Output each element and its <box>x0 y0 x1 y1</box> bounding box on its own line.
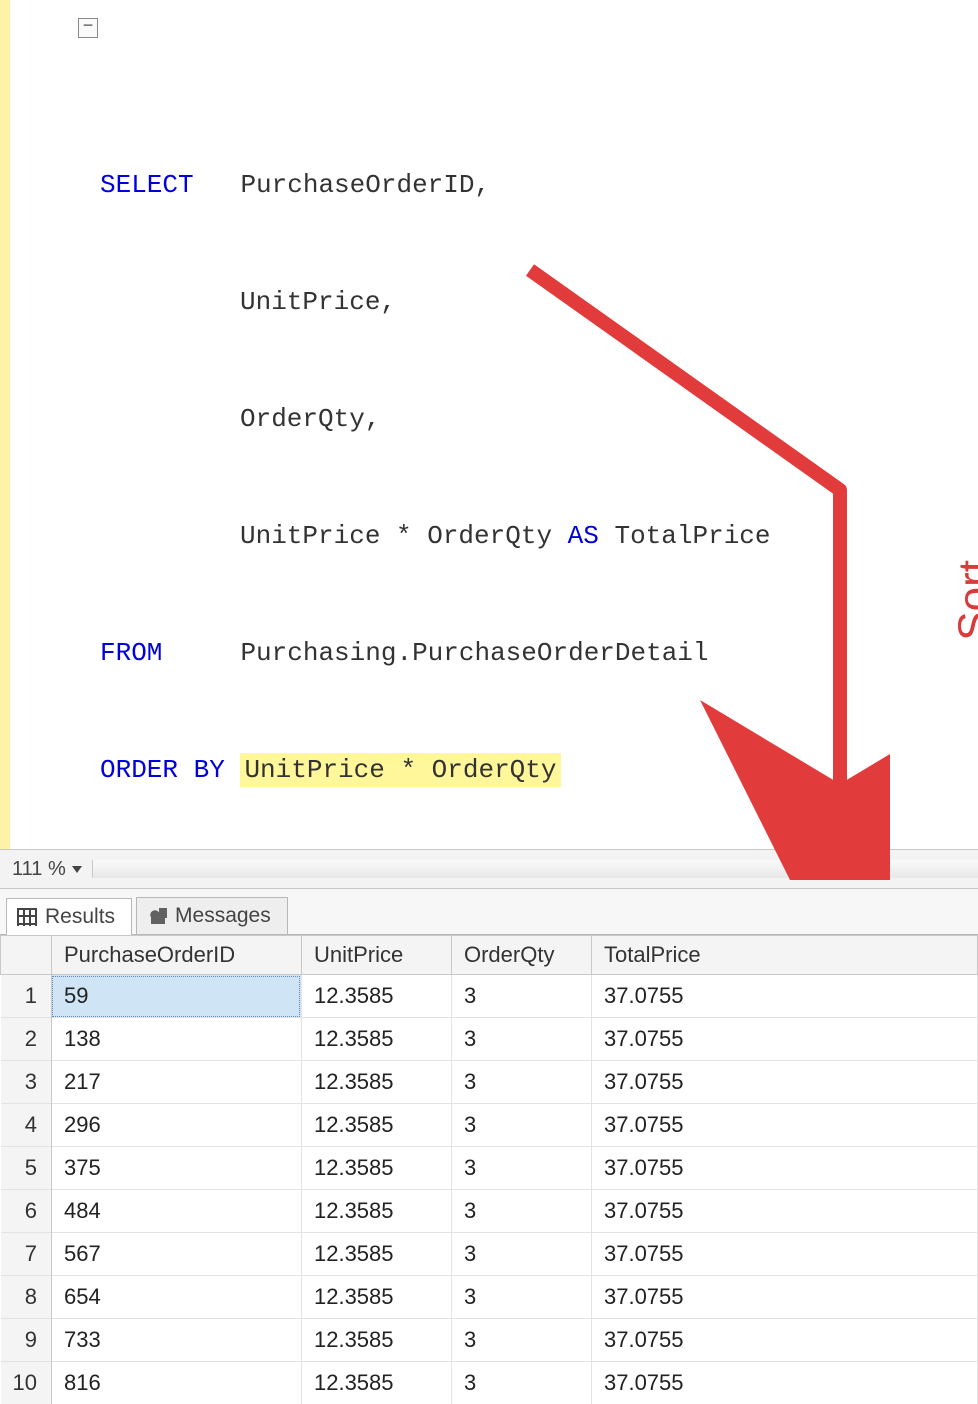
cell[interactable]: 3 <box>451 1018 591 1061</box>
cell[interactable]: 3 <box>451 975 591 1018</box>
cell[interactable]: 12.3585 <box>301 1233 451 1276</box>
cell[interactable]: 12.3585 <box>301 1190 451 1233</box>
keyword-from: FROM <box>100 638 162 668</box>
cell[interactable]: 37.0755 <box>591 1190 977 1233</box>
cell[interactable]: 37.0755 <box>591 1104 977 1147</box>
cell[interactable]: 59 <box>51 975 301 1018</box>
cell[interactable]: 3 <box>451 1319 591 1362</box>
cell[interactable]: 12.3585 <box>301 975 451 1018</box>
row-number: 4 <box>1 1104 52 1147</box>
row-number: 2 <box>1 1018 52 1061</box>
cell[interactable]: 12.3585 <box>301 1018 451 1061</box>
results-grid[interactable]: PurchaseOrderID UnitPrice OrderQty Total… <box>0 935 978 1404</box>
table-row[interactable]: 865412.3585337.0755 <box>1 1276 978 1319</box>
cell[interactable]: 37.0755 <box>591 1362 977 1404</box>
cell[interactable]: 37.0755 <box>591 1276 977 1319</box>
cell[interactable]: 138 <box>51 1018 301 1061</box>
zoom-value: 111 % <box>12 858 66 880</box>
code-line: UnitPrice * OrderQty AS TotalPrice <box>50 517 978 556</box>
cell[interactable]: 567 <box>51 1233 301 1276</box>
table-row[interactable]: 15912.3585337.0755 <box>1 975 978 1018</box>
cell[interactable]: 654 <box>51 1276 301 1319</box>
cell[interactable]: 12.3585 <box>301 1147 451 1190</box>
cell[interactable]: 37.0755 <box>591 1147 977 1190</box>
cell[interactable]: 3 <box>451 1147 591 1190</box>
row-number: 5 <box>1 1147 52 1190</box>
code-line: SELECT PurchaseOrderID, <box>50 166 978 205</box>
cell[interactable]: 37.0755 <box>591 1061 977 1104</box>
cell[interactable]: 12.3585 <box>301 1319 451 1362</box>
grid-icon <box>17 908 37 926</box>
table-row[interactable]: 648412.3585337.0755 <box>1 1190 978 1233</box>
tab-results[interactable]: Results <box>6 898 132 935</box>
tab-messages[interactable]: Messages <box>136 897 288 934</box>
cell[interactable]: 3 <box>451 1104 591 1147</box>
code-line: FROM Purchasing.PurchaseOrderDetail <box>50 634 978 673</box>
cell[interactable]: 37.0755 <box>591 975 977 1018</box>
cell[interactable]: 3 <box>451 1362 591 1404</box>
row-number: 3 <box>1 1061 52 1104</box>
tab-label: Messages <box>175 904 271 928</box>
horizontal-scrollbar[interactable] <box>92 860 978 878</box>
zoom-dropdown[interactable]: 111 % <box>6 856 88 883</box>
cell[interactable]: 37.0755 <box>591 1233 977 1276</box>
row-number: 6 <box>1 1190 52 1233</box>
cell[interactable]: 296 <box>51 1104 301 1147</box>
row-number: 1 <box>1 975 52 1018</box>
keyword-as: AS <box>568 521 599 551</box>
code-line: ORDER BY UnitPrice * OrderQty <box>50 751 978 790</box>
tab-label: Results <box>45 905 115 929</box>
sql-editor[interactable]: − SELECT PurchaseOrderID, UnitPrice, Ord… <box>0 0 978 849</box>
table-row[interactable]: 973312.3585337.0755 <box>1 1319 978 1362</box>
cell[interactable]: 3 <box>451 1190 591 1233</box>
cell[interactable]: 12.3585 <box>301 1061 451 1104</box>
cell[interactable]: 375 <box>51 1147 301 1190</box>
row-number: 10 <box>1 1362 52 1404</box>
cell[interactable]: 3 <box>451 1061 591 1104</box>
code-line: OrderQty, <box>50 400 978 439</box>
keyword-orderby: ORDER BY <box>100 755 225 785</box>
editor-gutter <box>0 0 10 849</box>
sort-label: Sort <box>950 560 978 641</box>
table-row[interactable]: 537512.3585337.0755 <box>1 1147 978 1190</box>
row-number: 8 <box>1 1276 52 1319</box>
table-row[interactable]: 756712.3585337.0755 <box>1 1233 978 1276</box>
column-header[interactable]: OrderQty <box>451 936 591 975</box>
header-row: PurchaseOrderID UnitPrice OrderQty Total… <box>1 936 978 975</box>
cell[interactable]: 217 <box>51 1061 301 1104</box>
table-row[interactable]: 213812.3585337.0755 <box>1 1018 978 1061</box>
chevron-down-icon <box>72 866 82 873</box>
cell[interactable]: 12.3585 <box>301 1104 451 1147</box>
cell[interactable]: 3 <box>451 1276 591 1319</box>
column-header[interactable]: PurchaseOrderID <box>51 936 301 975</box>
cell[interactable]: 733 <box>51 1319 301 1362</box>
keyword-select: SELECT <box>100 170 194 200</box>
column-header[interactable]: UnitPrice <box>301 936 451 975</box>
result-tabs: Results Messages <box>0 889 978 935</box>
code-line: UnitPrice, <box>50 283 978 322</box>
rownum-header <box>1 936 52 975</box>
table-row[interactable]: 1081612.3585337.0755 <box>1 1362 978 1404</box>
cell[interactable]: 12.3585 <box>301 1276 451 1319</box>
row-number: 7 <box>1 1233 52 1276</box>
cell[interactable]: 484 <box>51 1190 301 1233</box>
highlighted-expression: UnitPrice * OrderQty <box>240 753 560 787</box>
table-row[interactable]: 321712.3585337.0755 <box>1 1061 978 1104</box>
fold-toggle[interactable]: − <box>78 18 98 38</box>
column-header[interactable]: TotalPrice <box>591 936 977 975</box>
cell[interactable]: 3 <box>451 1233 591 1276</box>
table-row[interactable]: 429612.3585337.0755 <box>1 1104 978 1147</box>
row-number: 9 <box>1 1319 52 1362</box>
zoom-bar: 111 % <box>0 849 978 889</box>
messages-icon <box>147 906 167 926</box>
cell[interactable]: 37.0755 <box>591 1018 977 1061</box>
cell[interactable]: 37.0755 <box>591 1319 977 1362</box>
cell[interactable]: 12.3585 <box>301 1362 451 1404</box>
cell[interactable]: 816 <box>51 1362 301 1404</box>
